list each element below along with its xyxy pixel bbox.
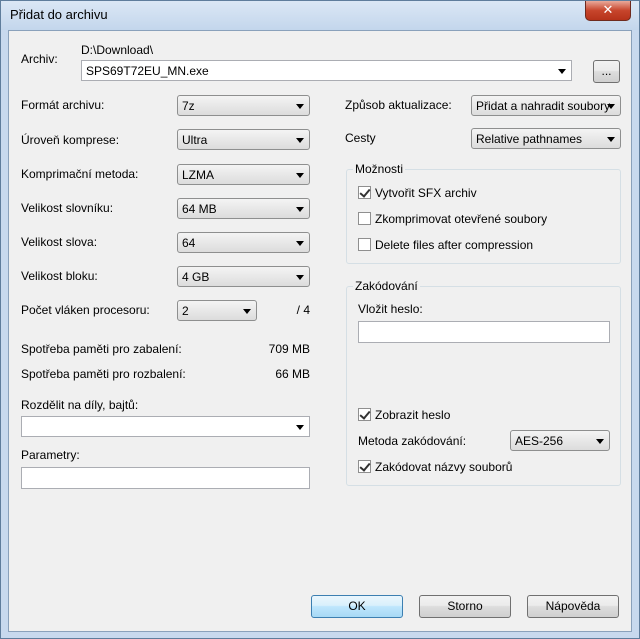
password-input[interactable] [358,321,610,343]
level-label: Úroveň komprese: [21,133,120,147]
mem-pack-value: 709 MB [268,342,310,356]
chevron-down-icon [296,138,304,143]
block-select[interactable]: 4 GB [177,266,310,287]
format-label: Formát archivu: [21,98,105,112]
browse-button[interactable]: ... [593,60,620,83]
chevron-down-icon [296,425,304,430]
add-to-archive-dialog: Přidat do archivu ✕ Archiv: D:\Download\… [0,0,640,639]
encryption-method-select[interactable]: AES-256 [510,430,610,451]
help-button[interactable]: Nápověda [527,595,619,618]
chevron-down-icon [243,309,251,314]
encryption-method-value: AES-256 [515,434,564,448]
word-label: Velikost slova: [21,235,98,249]
open-files-checkbox[interactable] [358,212,371,225]
paths-value: Relative pathnames [476,132,583,146]
close-icon[interactable]: ✕ [585,1,631,21]
chevron-down-icon [296,275,304,280]
encryption-group-title: Zakódování [353,279,420,293]
level-select[interactable]: Ultra [177,129,310,150]
options-group-title: Možnosti [353,162,406,176]
chevron-down-icon [607,137,615,142]
method-label: Komprimační metoda: [21,167,139,181]
threads-select[interactable]: 2 [177,300,257,321]
dict-select[interactable]: 64 MB [177,198,310,219]
word-select[interactable]: 64 [177,232,310,253]
ok-button[interactable]: OK [311,595,403,618]
delete-after-label: Delete files after compression [375,238,534,252]
block-label: Velikost bloku: [21,269,98,283]
mem-unpack-value: 66 MB [275,367,310,381]
title-bar: Přidat do archivu ✕ [1,1,639,30]
level-value: Ultra [182,133,208,147]
mem-pack-label: Spotřeba paměti pro zabalení: [21,342,182,356]
update-mode-select[interactable]: Přidat a nahradit soubory [471,95,621,116]
options-group: Možnosti Vytvořit SFX archiv Zkomprimova… [346,162,621,264]
block-value: 4 GB [182,270,210,284]
dict-label: Velikost slovníku: [21,201,114,215]
chevron-down-icon [607,104,615,109]
params-label: Parametry: [21,448,80,462]
params-input[interactable] [21,467,310,489]
cancel-button[interactable]: Storno [419,595,511,618]
method-value: LZMA [182,168,215,182]
sfx-label: Vytvořit SFX archiv [375,186,477,200]
show-password-label: Zobrazit heslo [375,408,451,422]
update-mode-value: Přidat a nahradit soubory [476,99,611,113]
sfx-checkbox[interactable] [358,186,371,199]
split-label: Rozdělit na díly, bajtů: [21,398,139,412]
encryption-method-label: Metoda zakódování: [358,434,467,448]
method-select[interactable]: LZMA [177,164,310,185]
update-mode-label: Způsob aktualizace: [345,98,452,112]
window-title: Přidat do archivu [10,7,108,22]
chevron-down-icon [596,439,604,444]
format-value: 7z [182,99,195,113]
chevron-down-icon [296,207,304,212]
chevron-down-icon [296,173,304,178]
encrypt-names-label: Zakódovat názvy souborů [375,460,513,474]
paths-label: Cesty [345,131,376,145]
threads-value: 2 [182,304,189,318]
show-password-checkbox[interactable] [358,408,371,421]
dialog-body: Archiv: D:\Download\ SPS69T72EU_MN.exe .… [8,30,632,632]
encryption-group: Zakódování Vložit heslo: Zobrazit heslo … [346,279,621,486]
archive-path: D:\Download\ [81,43,154,57]
paths-select[interactable]: Relative pathnames [471,128,621,149]
format-select[interactable]: 7z [177,95,310,116]
dict-value: 64 MB [182,202,217,216]
threads-max: / 4 [296,303,310,317]
threads-label: Počet vláken procesoru: [21,303,150,317]
chevron-down-icon [558,69,566,74]
word-value: 64 [182,236,196,250]
password-label: Vložit heslo: [358,302,423,316]
chevron-down-icon [296,241,304,246]
open-files-label: Zkomprimovat otevřené soubory [375,212,548,226]
archive-label: Archiv: [21,52,58,66]
archive-filename: SPS69T72EU_MN.exe [86,64,209,78]
chevron-down-icon [296,104,304,109]
archive-filename-combo[interactable]: SPS69T72EU_MN.exe [81,60,572,81]
delete-after-checkbox[interactable] [358,238,371,251]
mem-unpack-label: Spotřeba paměti pro rozbalení: [21,367,186,381]
split-combo[interactable] [21,416,310,437]
encrypt-names-checkbox[interactable] [358,460,371,473]
